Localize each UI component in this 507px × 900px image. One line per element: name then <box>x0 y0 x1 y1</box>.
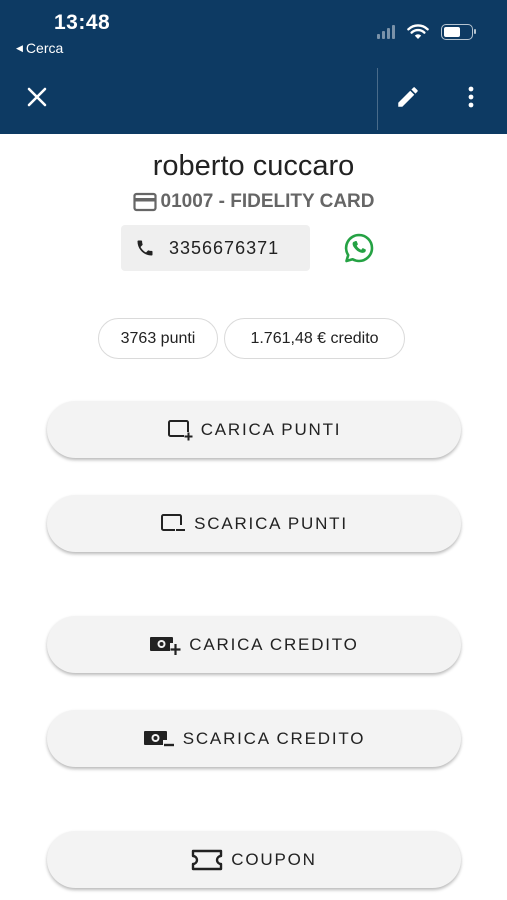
whatsapp-icon[interactable] <box>343 232 375 264</box>
load-points-button[interactable]: CARICA PUNTI <box>47 401 461 458</box>
battery-icon <box>441 24 476 40</box>
credit-balance-chip: 1.761,48 € credito <box>224 318 405 359</box>
edit-button[interactable] <box>393 82 423 112</box>
customer-name: roberto cuccaro <box>152 150 355 182</box>
cash-minus-icon <box>143 730 175 749</box>
coupon-button[interactable]: COUPON <box>47 831 461 888</box>
load-points-label: CARICA PUNTI <box>200 419 342 439</box>
back-label: Cerca <box>25 40 64 56</box>
ticket-icon <box>192 849 223 870</box>
unload-points-button[interactable]: SCARICA PUNTI <box>47 495 461 552</box>
more-vertical-icon <box>468 86 474 108</box>
close-icon <box>27 87 47 107</box>
status-icons <box>377 24 476 40</box>
toolbar-divider <box>377 68 378 130</box>
cash-plus-icon <box>150 636 182 656</box>
credit-card-icon <box>132 192 157 212</box>
wifi-icon <box>407 24 429 39</box>
card-info: 01007 - FIDELITY CARD <box>0 191 507 213</box>
app-header: 13:48 ◀ Cerca <box>0 0 507 134</box>
pencil-icon <box>398 87 418 107</box>
phone-chip[interactable]: 3356676371 <box>121 225 310 271</box>
status-time: 13:48 <box>54 11 111 34</box>
back-to-search-link[interactable]: ◀ Cerca <box>16 40 63 56</box>
card-number: 01007 - FIDELITY CARD <box>160 191 375 212</box>
phone-icon <box>137 240 153 256</box>
back-triangle-icon: ◀ <box>16 42 23 53</box>
signal-icon <box>377 25 395 39</box>
unload-credit-button[interactable]: SCARICA CREDITO <box>47 710 461 767</box>
card-plus-icon <box>167 419 193 441</box>
phone-number: 3356676371 <box>169 237 280 258</box>
unload-points-label: SCARICA PUNTI <box>194 513 348 533</box>
close-button[interactable] <box>22 82 52 112</box>
unload-credit-label: SCARICA CREDITO <box>182 728 366 748</box>
coupon-label: COUPON <box>231 849 317 869</box>
card-minus-icon <box>161 513 187 533</box>
load-credit-label: CARICA CREDITO <box>189 634 359 654</box>
points-balance-chip: 3763 punti <box>98 318 218 359</box>
more-options-button[interactable] <box>456 82 486 112</box>
load-credit-button[interactable]: CARICA CREDITO <box>47 616 461 673</box>
